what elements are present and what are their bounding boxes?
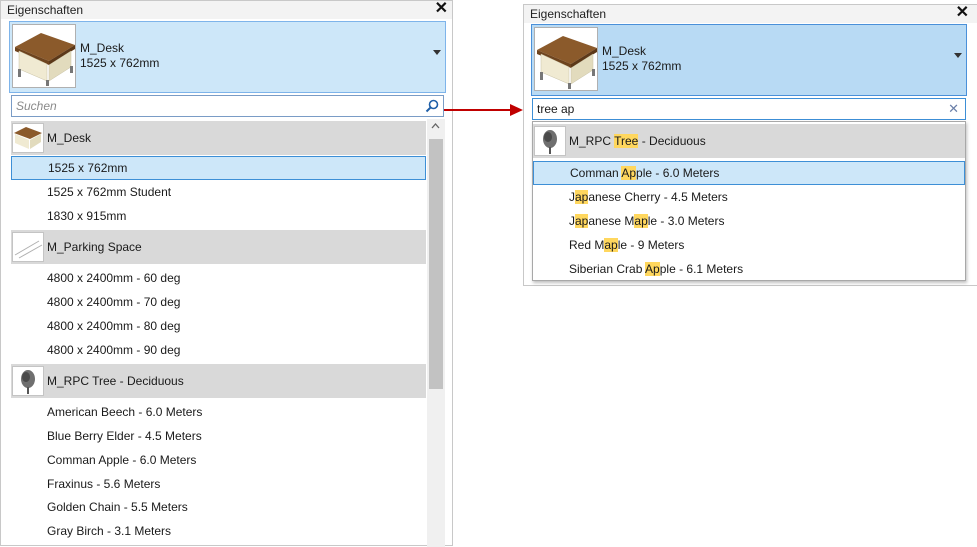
panel-title: Eigenschaften (7, 3, 84, 17)
scrollbar[interactable] (427, 119, 445, 547)
panel-titlebar: Eigenschaften ✕ (1, 0, 452, 19)
chevron-down-icon[interactable] (954, 53, 962, 58)
selector-family-name: M_Desk (602, 44, 647, 58)
type-selector[interactable]: M_Desk 1525 x 762mm (531, 24, 967, 96)
label-text: - Deciduous (638, 134, 706, 148)
search-match-highlight: Ap (621, 166, 637, 180)
search-match-highlight: Ap (645, 262, 660, 276)
chevron-down-icon[interactable] (433, 50, 441, 55)
list-item[interactable]: Blue Berry Elder - 4.5 Meters (11, 424, 426, 448)
label-text: le - 9 Meters (617, 238, 685, 252)
desk-thumbnail (534, 27, 598, 91)
selector-family-name: M_Desk (80, 41, 125, 55)
label-text: M_RPC (569, 134, 615, 148)
list-item[interactable]: Comman Apple - 6.0 Meters (533, 161, 965, 185)
list-item[interactable]: Fraxinus - 5.6 Meters (11, 472, 426, 496)
group-header[interactable]: M_Desk (11, 121, 426, 155)
list-item-label: Siberian Crab Apple - 6.1 Meters (569, 262, 743, 276)
list-item-label: 1830 x 915mm (47, 209, 127, 223)
scrollbar-thumb[interactable] (429, 139, 443, 389)
list-item[interactable]: 1525 x 762mm Student (11, 180, 426, 204)
label-text: anese Cherry - 4.5 Meters (588, 190, 728, 204)
scroll-up-icon[interactable] (427, 119, 444, 133)
properties-panel-right: Eigenschaften ✕ M_Desk 1525 x 762mm ✕ (523, 4, 977, 286)
search-match-highlight: Tree (614, 134, 639, 148)
group-header[interactable]: M_RPC Tree - Deciduous (533, 124, 965, 158)
list-item-label: 4800 x 2400mm - 70 deg (47, 295, 181, 309)
list-item-label: Gray Birch - 3.1 Meters (47, 524, 172, 538)
list-item[interactable]: Japanese Maple - 3.0 Meters (533, 209, 965, 233)
list-item-label: Japanese Cherry - 4.5 Meters (569, 190, 728, 204)
search-match-highlight: ap (575, 190, 589, 204)
list-item-label: American Beech - 6.0 Meters (47, 405, 203, 419)
magnifier-icon[interactable] (425, 99, 439, 113)
search-box: ✕ (532, 98, 966, 120)
list-item-label: 4800 x 2400mm - 90 deg (47, 343, 181, 357)
selector-type-name: 1525 x 762mm (80, 56, 160, 70)
group-label: M_Desk (47, 131, 92, 145)
search-match-highlight: ap (575, 214, 589, 228)
label-text: ple - 6.0 Meters (636, 166, 720, 180)
list-item[interactable]: Siberian Crab Apple - 6.1 Meters (533, 257, 965, 280)
tree-thumbnail (12, 366, 44, 396)
list-item-label: 4800 x 2400mm - 60 deg (47, 271, 181, 285)
list-item[interactable]: 1525 x 762mm (11, 156, 426, 180)
desk-thumbnail (12, 24, 76, 88)
list-item[interactable]: Gray Birch - 3.1 Meters (11, 519, 426, 543)
desk-thumbnail (12, 123, 44, 153)
list-item-label: 1525 x 762mm Student (47, 185, 172, 199)
search-box (11, 95, 444, 117)
panel-title: Eigenschaften (530, 7, 607, 21)
right-arrow-icon (444, 104, 523, 116)
list-item-label: Golden Chain - 5.5 Meters (47, 500, 188, 514)
list-item[interactable]: 1830 x 915mm (11, 204, 426, 228)
parking-thumbnail (12, 232, 44, 262)
list-item[interactable]: 4800 x 2400mm - 60 deg (11, 266, 426, 290)
type-list: M_RPC Tree - Deciduous Comman Apple - 6.… (532, 121, 966, 281)
list-item[interactable]: Japanese Cherry - 4.5 Meters (533, 185, 965, 209)
panel-titlebar: Eigenschaften ✕ (524, 4, 977, 23)
group-header[interactable]: M_RPC Tree - Deciduous (11, 364, 426, 398)
close-icon[interactable]: ✕ (956, 4, 969, 22)
close-icon[interactable]: ✕ (435, 0, 448, 18)
list-item-label: 1525 x 762mm (48, 161, 128, 175)
list-item-label: Japanese Maple - 3.0 Meters (569, 214, 724, 228)
list-item-label: Comman Apple - 6.0 Meters (47, 453, 197, 467)
list-item[interactable]: 4800 x 2400mm - 90 deg (11, 338, 426, 362)
list-item[interactable]: American Beech - 6.0 Meters (11, 400, 426, 424)
list-item-label: Blue Berry Elder - 4.5 Meters (47, 429, 202, 443)
tree-thumbnail (534, 126, 566, 156)
list-item[interactable]: 4800 x 2400mm - 70 deg (11, 290, 426, 314)
list-item[interactable]: Comman Apple - 6.0 Meters (11, 448, 426, 472)
label-text: Comman (570, 166, 622, 180)
group-header[interactable]: M_Parking Space (11, 230, 426, 264)
search-input[interactable] (537, 101, 939, 117)
label-text: Siberian Crab (569, 262, 646, 276)
clear-search-icon[interactable]: ✕ (948, 101, 959, 117)
label-text: anese M (588, 214, 635, 228)
list-item[interactable]: Red Maple - 9 Meters (533, 233, 965, 257)
properties-panel-left: Eigenschaften ✕ M_Desk 1525 x 762mm Such… (0, 0, 453, 547)
search-match-highlight: ap (634, 214, 648, 228)
label-text: ple - 6.1 Meters (659, 262, 744, 276)
selector-type-name: 1525 x 762mm (602, 59, 682, 73)
list-item-label: 4800 x 2400mm - 80 deg (47, 319, 181, 333)
list-item-label: Comman Apple - 6.0 Meters (570, 166, 719, 180)
list-item-label: Red Maple - 9 Meters (569, 238, 684, 252)
list-item-label: M_RPC Tree - Deciduous (569, 134, 706, 148)
search-match-highlight: ap (604, 238, 618, 252)
group-label: M_RPC Tree - Deciduous (47, 374, 184, 388)
list-item[interactable]: 4800 x 2400mm - 80 deg (11, 314, 426, 338)
type-selector[interactable]: M_Desk 1525 x 762mm (9, 21, 446, 93)
list-item-label: Fraxinus - 5.6 Meters (47, 477, 161, 491)
search-input[interactable] (16, 98, 417, 114)
list-item[interactable]: Golden Chain - 5.5 Meters (11, 495, 426, 519)
type-list: M_Desk 1525 x 762mm 1525 x 762mm Student… (11, 119, 426, 547)
label-text: le - 3.0 Meters (647, 214, 725, 228)
group-label: M_Parking Space (47, 240, 142, 254)
label-text: Red M (569, 238, 605, 252)
